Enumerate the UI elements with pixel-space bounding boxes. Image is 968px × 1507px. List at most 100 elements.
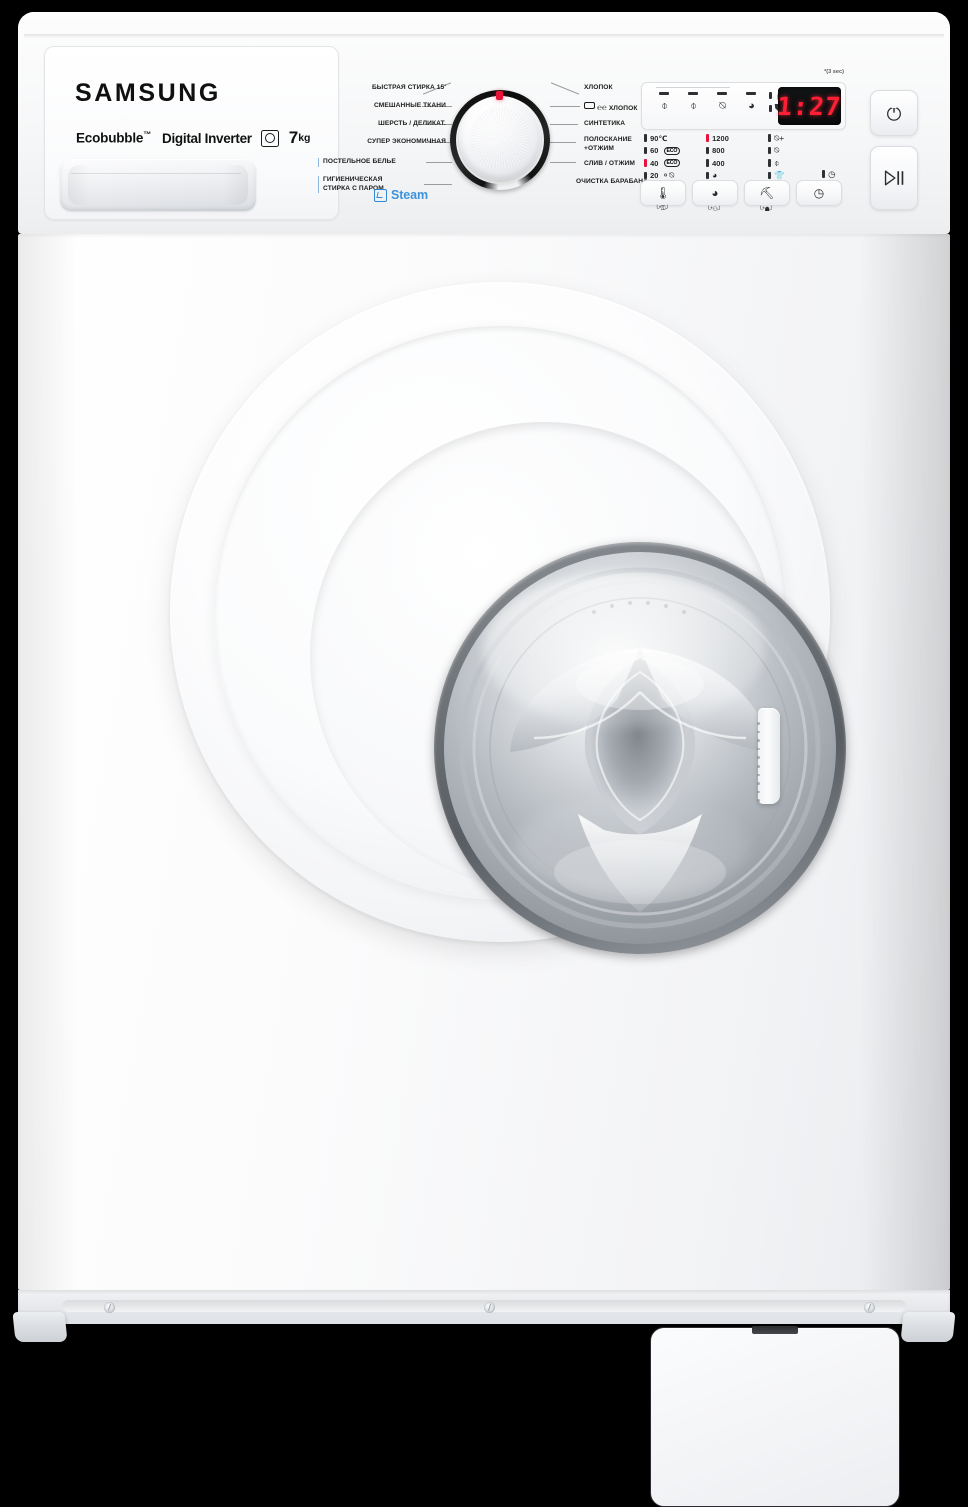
glass-highlight-lower [514, 795, 750, 897]
glass-highlight [483, 571, 766, 729]
spin-phase-icon: ⍉ [708, 90, 737, 121]
power-icon [887, 104, 901, 121]
delay-end-button[interactable]: ◷ [796, 180, 842, 206]
wash-phase-icon: ⌽ [650, 90, 679, 121]
start-pause-button[interactable] [870, 146, 918, 210]
intensive-icon: ⍉ [774, 145, 780, 155]
steam-icon [374, 188, 387, 202]
drawer-right-shade [222, 165, 248, 205]
filter-panel-notch[interactable] [752, 1326, 798, 1334]
phase-connector-line [656, 86, 730, 88]
intensive-indicator: ⍉ [768, 145, 785, 157]
program-label-bedding[interactable]: ПОСТЕЛЬНОЕ БЕЛЬЕ [318, 158, 447, 167]
base-plinth [18, 1290, 950, 1324]
spin-option-400: 400 [706, 157, 729, 169]
program-label-super-eco[interactable]: СУПЕР ЭКОНОМИЧНАЯ [318, 138, 446, 147]
brand-badge-panel: SAMSUNG Ecobubble™ Digital Inverter 7 kg [44, 46, 339, 220]
dial-position-marker [496, 91, 503, 100]
rinse-phase-icon: ⌽ [679, 90, 708, 121]
cabinet-left-shading [18, 234, 78, 1290]
dial-tick [550, 162, 576, 163]
phase-indicator-group: ⌽ ⌽ ⍉ ◕ [650, 90, 766, 121]
plinth-screw [484, 1302, 495, 1313]
machine-body: SAMSUNG Ecobubble™ Digital Inverter 7 kg [12, 12, 956, 1507]
rinse-plus-button[interactable]: ⛏ [744, 180, 790, 206]
temp-option-40: 40 ECO [644, 157, 681, 169]
prewash-icon: ⍉+ [774, 132, 785, 143]
door-glass-bezel [434, 542, 846, 954]
dial-tick [550, 106, 580, 107]
basket-icon [584, 102, 595, 109]
dry-phase-icon: ◕ [737, 90, 766, 121]
inverter-motor-icon [260, 129, 279, 147]
drawer-left-shade [68, 165, 90, 205]
eco-tag: ECO [663, 146, 681, 155]
display-shell: ⌽ ⌽ ⍉ ◕ 🔒 ⛊ ⎆ 1:27 [641, 82, 846, 130]
dial-tick [550, 124, 578, 125]
rinse-hold-label: └*☗┘ [758, 207, 774, 213]
temperature-button[interactable]: 🌡 [640, 180, 686, 206]
spin-indicator-column: 1200 800 400 ◕ [706, 132, 729, 182]
temp-option-90: 90℃ [644, 132, 680, 144]
steam-badge: Steam [374, 188, 428, 202]
program-label-quick-wash[interactable]: БЫСТРАЯ СТИРКА 15' [318, 84, 446, 93]
spin-hold-label: └*⚇┘ [706, 207, 722, 213]
clock-icon: ◷ [813, 186, 825, 200]
delay-end-icon: ◷ [828, 168, 836, 179]
rinse-plus-icon: ⛏ [759, 186, 775, 200]
door-vent-dots [757, 722, 760, 802]
delay-column: ◷ [822, 132, 836, 181]
samsung-logo: SAMSUNG [75, 79, 221, 107]
extra-options-column: ⍉+ ⍉ ⌽ 👕 [768, 132, 785, 182]
ecobubble-label: Ecobubble™ [76, 130, 152, 146]
door-assembly[interactable] [170, 282, 846, 954]
option-indicator-matrix: 90℃ 60 ECO 40 ECO 20 ⚬⍉ 1200 800 400 ◕ ⍉+ ⍉… [642, 132, 848, 180]
program-label-wool-delicate[interactable]: ШЕРСТЬ / ДЕЛИКАТ. [318, 120, 446, 129]
program-dial-area: БЫСТРАЯ СТИРКА 15' СМЕШАННЫЕ ТКАНИ ШЕРСТ… [318, 74, 648, 219]
plinth-screw [104, 1302, 115, 1313]
control-panel: SAMSUNG Ecobubble™ Digital Inverter 7 kg [18, 12, 950, 234]
eco-tag: ECO [663, 159, 681, 167]
door-outer-ring [214, 326, 846, 954]
capacity-value: 7 [288, 128, 299, 147]
program-label-mixed-fabrics[interactable]: СМЕШАННЫЕ ТКАНИ [318, 102, 446, 111]
extra-rinse-icon: ⌽ [774, 157, 780, 168]
delay-end-indicator: ◷ [822, 168, 836, 180]
cabinet-front [18, 234, 950, 1507]
washing-machine-product-photo: SAMSUNG Ecobubble™ Digital Inverter 7 kg [0, 0, 968, 1507]
filter-access-panel[interactable] [650, 1326, 900, 1507]
cold-wash-icon: ⚬⍉ [662, 170, 675, 180]
spin-button[interactable]: ◕ [692, 180, 738, 206]
detergent-drawer[interactable] [60, 159, 256, 211]
time-remaining-value: 1:27 [776, 91, 843, 121]
prewash-indicator: ⍉+ [768, 132, 785, 144]
digital-inverter-label: Digital Inverter [162, 130, 252, 146]
time-display: 1:27 [776, 87, 843, 125]
easy-iron-icon: 👕 [774, 170, 785, 180]
spin-spiral-icon: ◕ [711, 186, 719, 200]
temp-option-60: 60 ECO [644, 145, 681, 157]
program-selector-dial[interactable] [450, 90, 550, 190]
no-spin-icon: ◕ [712, 170, 718, 180]
feature-row: Ecobubble™ Digital Inverter 7 kg [76, 128, 310, 148]
hold-three-seconds-note: *(3 sec) [824, 69, 844, 75]
capacity-unit: kg [298, 132, 311, 144]
adjustable-foot-right [900, 1312, 956, 1342]
dial-tick [550, 82, 580, 95]
option-button-row: 🌡 └*⚿┘ ◕ └*⚇┘ ⛏ └*☗┘ ◷ [640, 180, 842, 213]
display-module: *(3 sec) ⌽ ⌽ ⍉ ◕ 🔒 ⛊ ⎆ 1:27 [638, 69, 848, 220]
dial-tick [550, 142, 576, 143]
temperature-hold-label: └*⚿┘ [654, 206, 670, 212]
power-button[interactable] [870, 90, 918, 136]
spin-option-1200: 1200 [706, 132, 729, 144]
play-pause-icon [884, 170, 904, 186]
thermometer-icon: 🌡 [655, 186, 671, 200]
drawer-seam [71, 173, 241, 174]
cabinet-right-shading [860, 234, 950, 1290]
extra-rinse-indicator: ⌽ [768, 157, 785, 169]
plinth-screw [864, 1302, 875, 1313]
dial-knob[interactable] [459, 96, 541, 180]
door-handle[interactable] [758, 708, 780, 804]
temperature-indicator-column: 90℃ 60 ECO 40 ECO 20 ⚬⍉ [644, 132, 681, 182]
panel-top-lip [24, 34, 944, 38]
